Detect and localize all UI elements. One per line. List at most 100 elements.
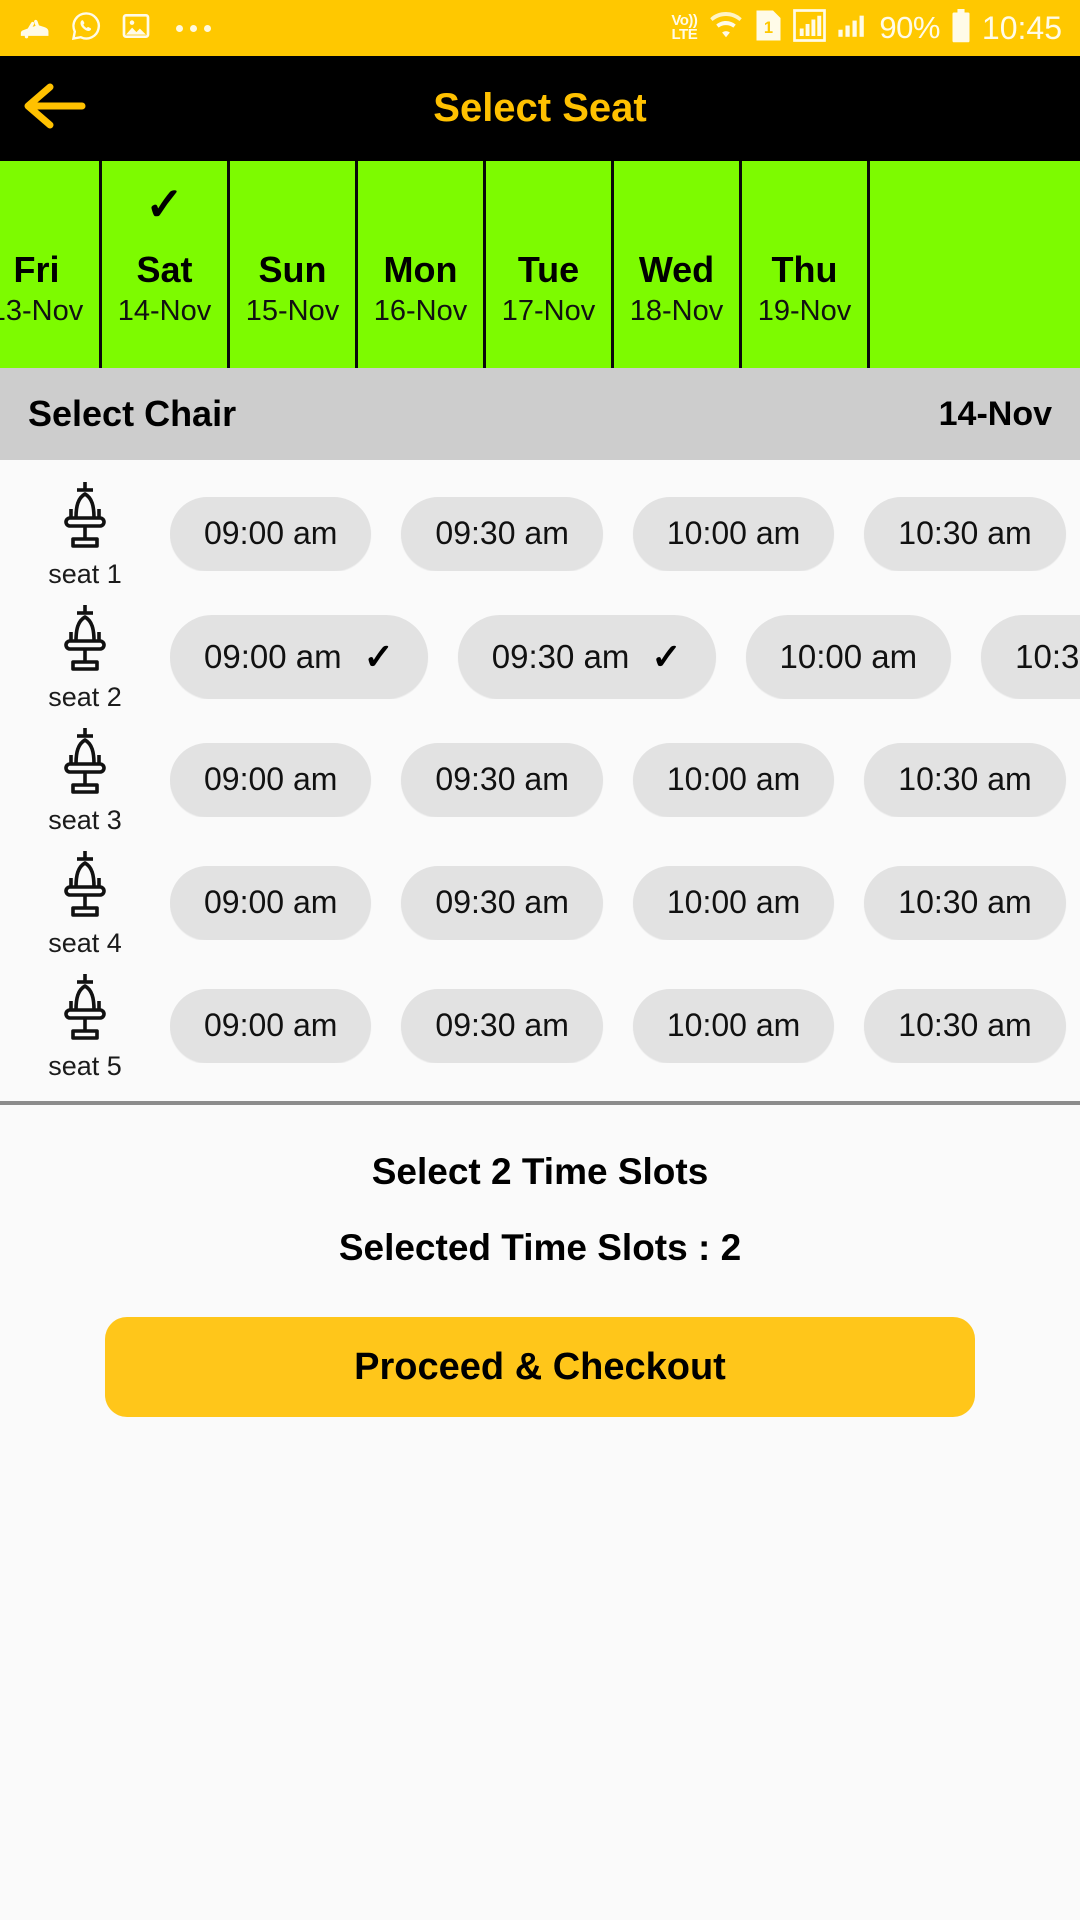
time-slot-row: 09:00 am 09:30 am 10:00 am 10:30 am [170,496,1080,571]
running-shoe-icon [18,9,52,48]
time-slot-label: 09:00 am [204,884,338,920]
date-tab-day: Mon [383,249,458,290]
status-bar: Vo)) LTE 1 90% 10:45 [0,0,1080,56]
battery-percent-label: 90% [879,10,940,45]
time-slot-chip-selected[interactable]: 09:30 am ✓ [457,614,716,699]
time-slot-chip[interactable]: 10:30 am [864,988,1066,1063]
proceed-checkout-button[interactable]: Proceed & Checkout [105,1317,975,1417]
status-bar-right-icons: Vo)) LTE 1 90% 10:45 [671,8,1062,48]
seat-info[interactable]: seat 2 [0,601,170,713]
status-bar-left-icons [18,9,211,48]
time-slot-label: 09:00 am [204,761,338,797]
seat-row: seat 3 09:00 am 09:30 am 10:00 am 10:30 … [0,718,1080,841]
time-slot-chip[interactable]: 10:00 am [632,496,835,571]
volte-bottom-label: LTE [671,26,698,43]
time-slot-chip[interactable]: 09:00 am [170,742,372,817]
time-slot-chip[interactable]: 10:30 am [981,614,1080,699]
seat-info[interactable]: seat 5 [0,970,170,1082]
date-tab-tue[interactable]: ✓ Tue 17-Nov [486,161,614,368]
date-tab-wed[interactable]: ✓ Wed 18-Nov [614,161,742,368]
seat-list: seat 1 09:00 am 09:30 am 10:00 am 10:30 … [0,460,1080,1087]
date-tab-day: Thu [771,249,838,290]
slot-check-icon: ✓ [363,635,394,677]
seat-row: seat 5 09:00 am 09:30 am 10:00 am 10:30 … [0,964,1080,1087]
salon-chair-icon [55,478,115,555]
seat-row: seat 1 09:00 am 09:30 am 10:00 am 10:30 … [0,472,1080,595]
time-slot-chip[interactable]: 10:30 am [864,742,1066,817]
signal-bars-boxed-icon [793,9,827,47]
salon-chair-icon [55,970,115,1047]
date-tab-thu[interactable]: ✓ Thu 19-Nov [742,161,870,368]
time-slot-row: 09:00 am 09:30 am 10:00 am 10:30 am [170,742,1080,817]
salon-chair-icon [55,601,115,678]
date-tab-date: 13-Nov [0,294,84,327]
date-tab-date: 19-Nov [757,294,852,327]
salon-chair-icon [55,847,115,924]
time-slot-chip-selected[interactable]: 09:00 am ✓ [170,614,428,699]
select-chair-date: 14-Nov [938,394,1052,433]
seat-info[interactable]: seat 3 [0,724,170,836]
time-slot-chip[interactable]: 09:30 am [401,496,603,571]
time-slot-label: 09:00 am [204,515,338,551]
date-tab-sun[interactable]: ✓ Sun 15-Nov [230,161,358,368]
sim-1-icon: 1 [755,9,782,47]
date-tab-date: 16-Nov [373,294,468,327]
time-slot-label: 10:30 am [898,515,1032,551]
time-slot-label: 09:30 am [435,1007,569,1043]
date-selected-check-icon: ✓ [145,178,184,230]
select-chair-bar: Select Chair 14-Nov [0,368,1080,460]
date-tab-date: 18-Nov [629,294,724,327]
time-slot-chip[interactable]: 09:30 am [401,988,603,1063]
time-slot-chip[interactable]: 10:00 am [632,865,835,940]
date-tab-day: Sun [258,249,327,290]
time-slot-chip[interactable]: 10:30 am [864,496,1066,571]
slot-instruction-text: Select 2 Time Slots [371,1151,709,1192]
date-tab-date: 14-Nov [117,294,212,327]
time-slot-label: 10:30 am [898,761,1032,797]
time-slot-chip[interactable]: 09:30 am [401,865,603,940]
wifi-icon [708,11,744,46]
time-slot-chip[interactable]: 10:30 am [864,865,1066,940]
seat-label: seat 3 [48,804,122,835]
seat-label: seat 5 [48,1050,122,1081]
date-selector-strip[interactable]: ✓ Fri 13-Nov ✓ Sat 14-Nov ✓ Sun 15-Nov ✓… [0,161,1080,368]
date-tab-day: Tue [517,249,580,290]
time-slot-row: 09:00 am 09:30 am 10:00 am 10:30 am [170,988,1080,1063]
time-slot-chip[interactable]: 09:00 am [170,988,372,1063]
date-tab-mon[interactable]: ✓ Mon 16-Nov [358,161,486,368]
time-slot-label: 10:00 am [666,515,801,551]
back-button[interactable] [0,56,110,161]
time-slot-label: 09:00 am [204,1007,338,1043]
time-slot-row: 09:00 am ✓ 09:30 am ✓ 10:00 am 10:30 am [170,614,1080,699]
time-slot-chip[interactable]: 10:00 am [632,742,835,817]
date-tab-day: Sat [136,249,193,290]
seat-info[interactable]: seat 1 [0,478,170,590]
time-slot-label: 09:00 am [204,637,342,675]
date-tab-day: Wed [638,249,715,290]
time-slot-label: 10:00 am [666,884,801,920]
time-slot-label: 09:30 am [491,637,630,675]
time-slot-label: 10:30 am [898,884,1032,920]
time-slot-chip[interactable]: 09:00 am [170,496,372,571]
arrow-left-icon [22,81,88,136]
seat-info[interactable]: seat 4 [0,847,170,959]
select-chair-title: Select Chair [28,393,237,434]
date-tab-fri[interactable]: ✓ Fri 13-Nov [0,161,102,368]
time-slot-chip[interactable]: 09:30 am [401,742,603,817]
time-slot-label: 10:00 am [779,637,918,675]
more-dots-icon [176,24,211,32]
time-slot-chip[interactable]: 10:00 am [745,614,952,699]
time-slot-label: 10:30 am [1015,637,1080,675]
time-slot-chip[interactable]: 09:00 am [170,865,372,940]
seat-label: seat 2 [48,681,122,712]
seat-label: seat 4 [48,927,122,958]
signal-bars-icon [837,10,868,46]
page-title: Select Seat [433,86,647,130]
date-tab-sat[interactable]: ✓ Sat 14-Nov [102,161,230,368]
time-slot-label: 10:30 am [898,1007,1032,1043]
svg-text:1: 1 [764,19,773,37]
slot-check-icon: ✓ [651,635,682,677]
time-slot-chip[interactable]: 10:00 am [632,988,835,1063]
date-tab-date: 15-Nov [245,294,340,327]
seat-row: seat 4 09:00 am 09:30 am 10:00 am 10:30 … [0,841,1080,964]
